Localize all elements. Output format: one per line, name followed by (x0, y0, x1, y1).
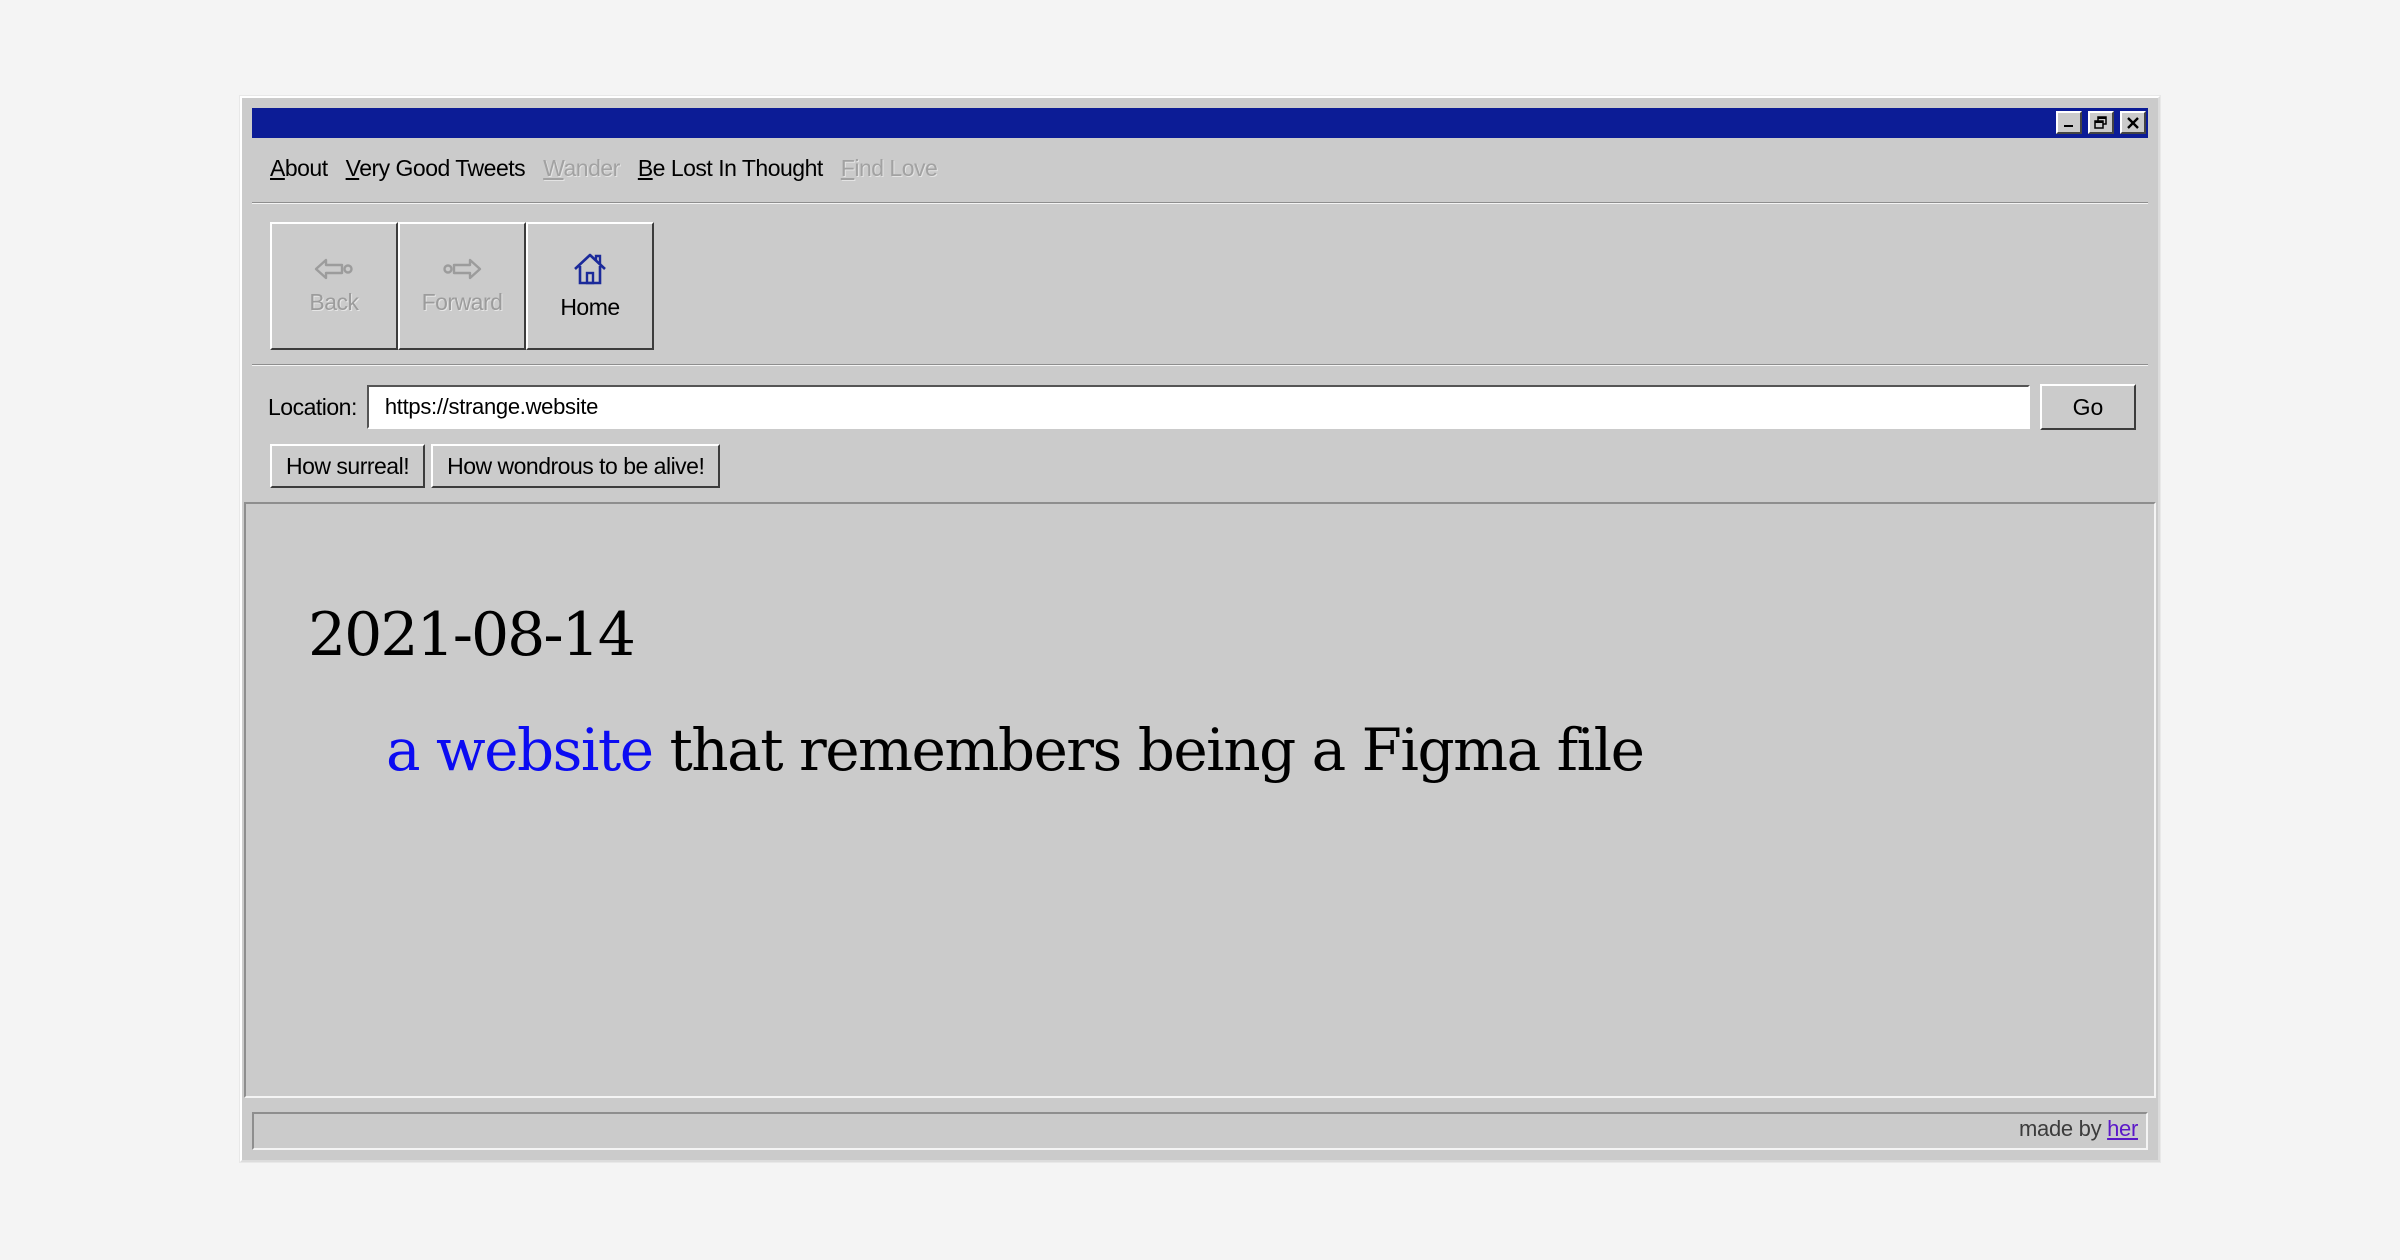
how-surreal-button[interactable]: How surreal! (270, 444, 426, 488)
back-arrow-icon (314, 258, 353, 279)
home-icon (574, 253, 606, 284)
menu-bar: About Very Good Tweets Wander Be Lost In… (270, 148, 938, 188)
menu-item-about[interactable]: About (270, 155, 328, 182)
close-icon (2127, 116, 2139, 129)
forward-arrow-icon (443, 258, 482, 279)
close-button[interactable] (2120, 111, 2146, 134)
credit: made by her (2019, 1116, 2138, 1142)
menu-item-be-lost-in-thought[interactable]: Be Lost In Thought (638, 155, 823, 182)
home-label: Home (560, 293, 620, 320)
forward-button[interactable]: Forward (398, 222, 526, 350)
quick-links: How surreal! How wondrous to be alive! (270, 444, 721, 488)
minimize-button[interactable] (2056, 111, 2082, 134)
toolbar-divider (252, 364, 2148, 366)
menu-divider (252, 202, 2148, 204)
menu-item-wander[interactable]: Wander (543, 155, 620, 182)
location-input[interactable]: https://strange.website (366, 385, 2030, 429)
post-text: a website that remembers being a Figma f… (386, 716, 1645, 784)
forward-label: Forward (421, 288, 503, 315)
credit-prefix: made by (2019, 1116, 2108, 1141)
back-button[interactable]: Back (270, 222, 398, 350)
minimize-icon (2064, 124, 2073, 127)
post-text-rest: that remembers being a Figma file (652, 716, 1645, 784)
go-button[interactable]: Go (2040, 384, 2136, 430)
title-bar[interactable] (252, 108, 2148, 138)
website-link[interactable]: a website (386, 716, 654, 784)
menu-item-find-love[interactable]: Find Love (841, 155, 938, 182)
home-button[interactable]: Home (526, 222, 654, 350)
navigation-toolbar: Back Forward Home (270, 222, 654, 350)
how-wondrous-button[interactable]: How wondrous to be alive! (431, 444, 721, 488)
restore-button[interactable] (2088, 111, 2114, 134)
menu-item-very-good-tweets[interactable]: Very Good Tweets (346, 155, 526, 182)
her-link[interactable]: her (2107, 1116, 2138, 1141)
status-bar: made by her (252, 1112, 2148, 1150)
page-content: 2021-08-14 a website that remembers bein… (244, 502, 2156, 1098)
restore-icon (2094, 115, 2107, 129)
location-bar: Location: https://strange.website Go (268, 384, 2136, 430)
back-label: Back (309, 288, 359, 315)
location-label: Location: (268, 393, 357, 420)
post-date: 2021-08-14 (308, 600, 636, 670)
browser-window: About Very Good Tweets Wander Be Lost In… (240, 96, 2160, 1162)
window-controls (2056, 111, 2146, 134)
